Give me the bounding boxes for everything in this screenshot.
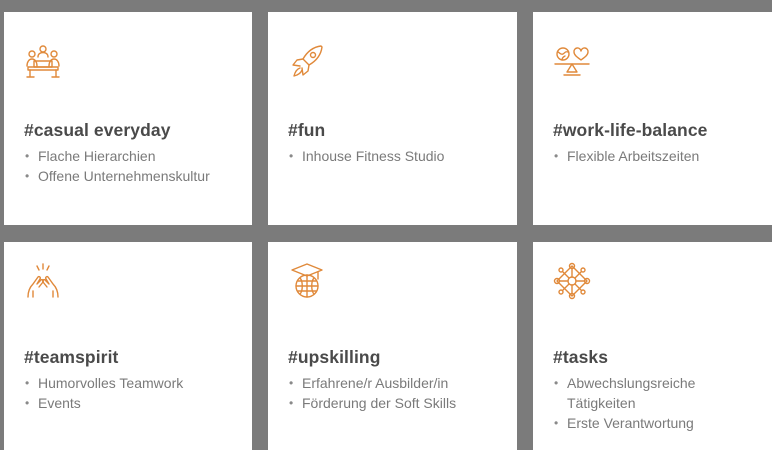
balance-scale-icon [553, 42, 591, 80]
card-title: #casual everyday [24, 120, 171, 140]
list-item: Events [24, 393, 183, 413]
benefit-card-tasks: #tasks Abwechslungsreiche Tätigkeiten Er… [533, 242, 772, 450]
list-item: Förderung der Soft Skills [288, 393, 456, 413]
card-title: #work-life-balance [553, 120, 708, 140]
card-title: #upskilling [288, 347, 381, 367]
benefit-card-work-life-balance: #work-life-balance Flexible Arbeitszeite… [533, 12, 772, 225]
meeting-people-icon [24, 42, 62, 80]
card-title: #fun [288, 120, 326, 140]
list-item: Offene Unternehmenskultur [24, 166, 210, 186]
card-list: Erfahrene/r Ausbilder/in Förderung der S… [288, 373, 456, 413]
benefit-card-teamspirit: #teamspirit Humorvolles Teamwork Events [4, 242, 252, 450]
card-list: Humorvolles Teamwork Events [24, 373, 183, 413]
list-item: Erste Verantwortung [553, 413, 753, 433]
card-title: #tasks [553, 347, 609, 367]
list-item: Abwechslungsreiche Tätigkeiten [553, 373, 753, 413]
card-title: #teamspirit [24, 347, 119, 367]
benefit-card-upskilling: #upskilling Erfahrene/r Ausbilder/in För… [268, 242, 517, 450]
list-item: Erfahrene/r Ausbilder/in [288, 373, 456, 393]
graduation-globe-icon [288, 262, 326, 300]
high-five-icon [24, 262, 62, 300]
benefit-card-casual: #casual everyday Flache Hierarchien Offe… [4, 12, 252, 225]
network-icon [553, 262, 591, 300]
list-item: Flexible Arbeitszeiten [553, 146, 699, 166]
card-list: Flexible Arbeitszeiten [553, 146, 699, 166]
card-list: Abwechslungsreiche Tätigkeiten Erste Ver… [553, 373, 753, 433]
rocket-icon [288, 42, 326, 80]
card-list: Flache Hierarchien Offene Unternehmensku… [24, 146, 210, 186]
list-item: Flache Hierarchien [24, 146, 210, 166]
list-item: Humorvolles Teamwork [24, 373, 183, 393]
list-item: Inhouse Fitness Studio [288, 146, 444, 166]
benefit-card-fun: #fun Inhouse Fitness Studio [268, 12, 517, 225]
card-list: Inhouse Fitness Studio [288, 146, 444, 166]
